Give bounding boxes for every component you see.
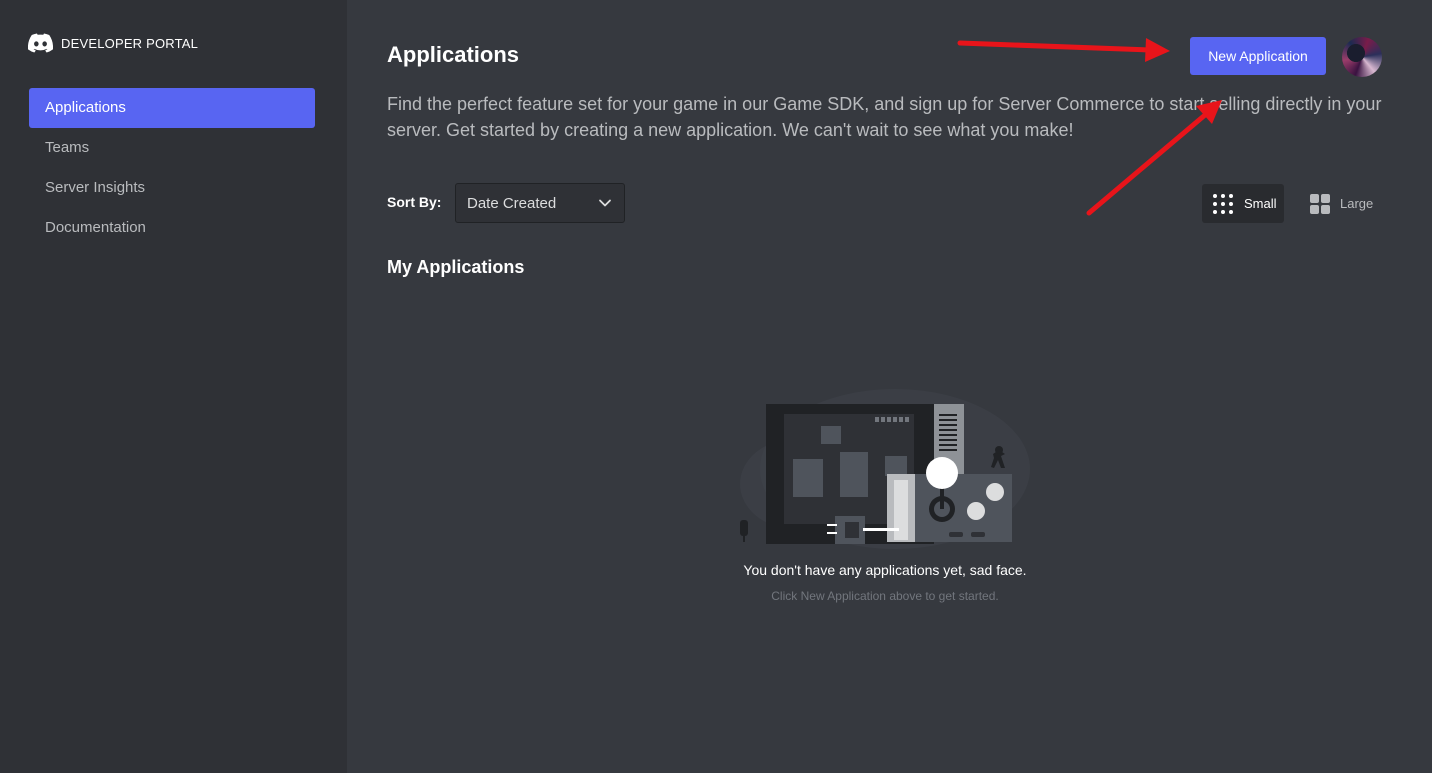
sidebar-item-server-insights[interactable]: Server Insights	[29, 168, 315, 208]
empty-state-title: You don't have any applications yet, sad…	[743, 562, 1027, 578]
page-title: Applications	[387, 42, 520, 67]
sidebar-nav: Applications Teams Server Insights Docum…	[29, 88, 315, 248]
sidebar: DEVELOPER PORTAL Applications Teams Serv…	[0, 0, 347, 773]
my-applications-heading: My Applications	[387, 257, 525, 277]
sort-select[interactable]: Date Created	[455, 183, 625, 223]
empty-state-illustration	[740, 389, 1030, 549]
sort-value: Date Created	[467, 194, 557, 212]
view-large-label: Large	[1340, 196, 1374, 211]
avatar[interactable]	[1342, 37, 1382, 77]
sort-label: Sort By:	[387, 194, 442, 210]
view-large-toggle[interactable]: Large	[1300, 184, 1382, 223]
view-small-toggle[interactable]: Small	[1202, 184, 1284, 223]
sidebar-item-applications[interactable]: Applications	[29, 88, 315, 128]
intro-text: Find the perfect feature set for your ga…	[387, 94, 1382, 140]
annotation-arrow-horizontal	[957, 38, 1170, 62]
sidebar-item-documentation[interactable]: Documentation	[29, 208, 315, 248]
large-grid-icon	[1310, 193, 1330, 214]
empty-state-subtitle: Click New Application above to get start…	[771, 589, 999, 603]
new-application-button[interactable]: New Application	[1190, 37, 1326, 75]
view-small-label: Small	[1244, 196, 1277, 211]
discord-logo-icon	[28, 33, 53, 53]
brand-label: DEVELOPER PORTAL	[61, 35, 199, 51]
sidebar-item-teams[interactable]: Teams	[29, 128, 315, 168]
brand[interactable]: DEVELOPER PORTAL	[28, 32, 198, 54]
chevron-down-icon	[599, 199, 611, 207]
small-grid-icon	[1213, 193, 1233, 214]
